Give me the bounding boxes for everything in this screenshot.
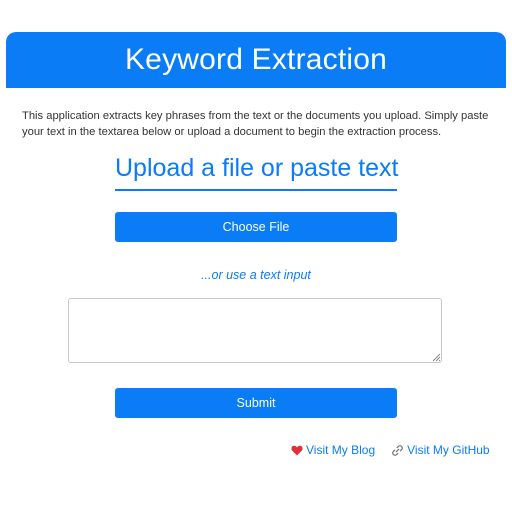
app-title: Keyword Extraction [124,43,388,76]
intro-description: This application extracts key phrases fr… [22,110,489,138]
upload-heading: Upload a file or paste text [115,154,399,191]
visit-blog-link[interactable]: Visit My Blog [290,443,375,457]
app-header: Keyword Extraction [6,32,506,88]
footer-links: Visit My Blog Visit My GitHub [290,443,490,457]
visit-github-link[interactable]: Visit My GitHub [391,443,490,457]
heart-icon [290,444,303,457]
visit-github-label: Visit My GitHub [407,443,490,457]
link-icon [391,444,404,457]
visit-blog-label: Visit My Blog [306,443,376,457]
choose-file-button[interactable]: Choose File [115,212,397,242]
text-input-area[interactable] [68,298,442,363]
page: Keyword Extraction This application extr… [0,0,512,512]
or-text-input-label: ...or use a text input [201,268,311,282]
submit-button[interactable]: Submit [115,388,397,418]
resize-handle-icon[interactable] [431,352,441,362]
